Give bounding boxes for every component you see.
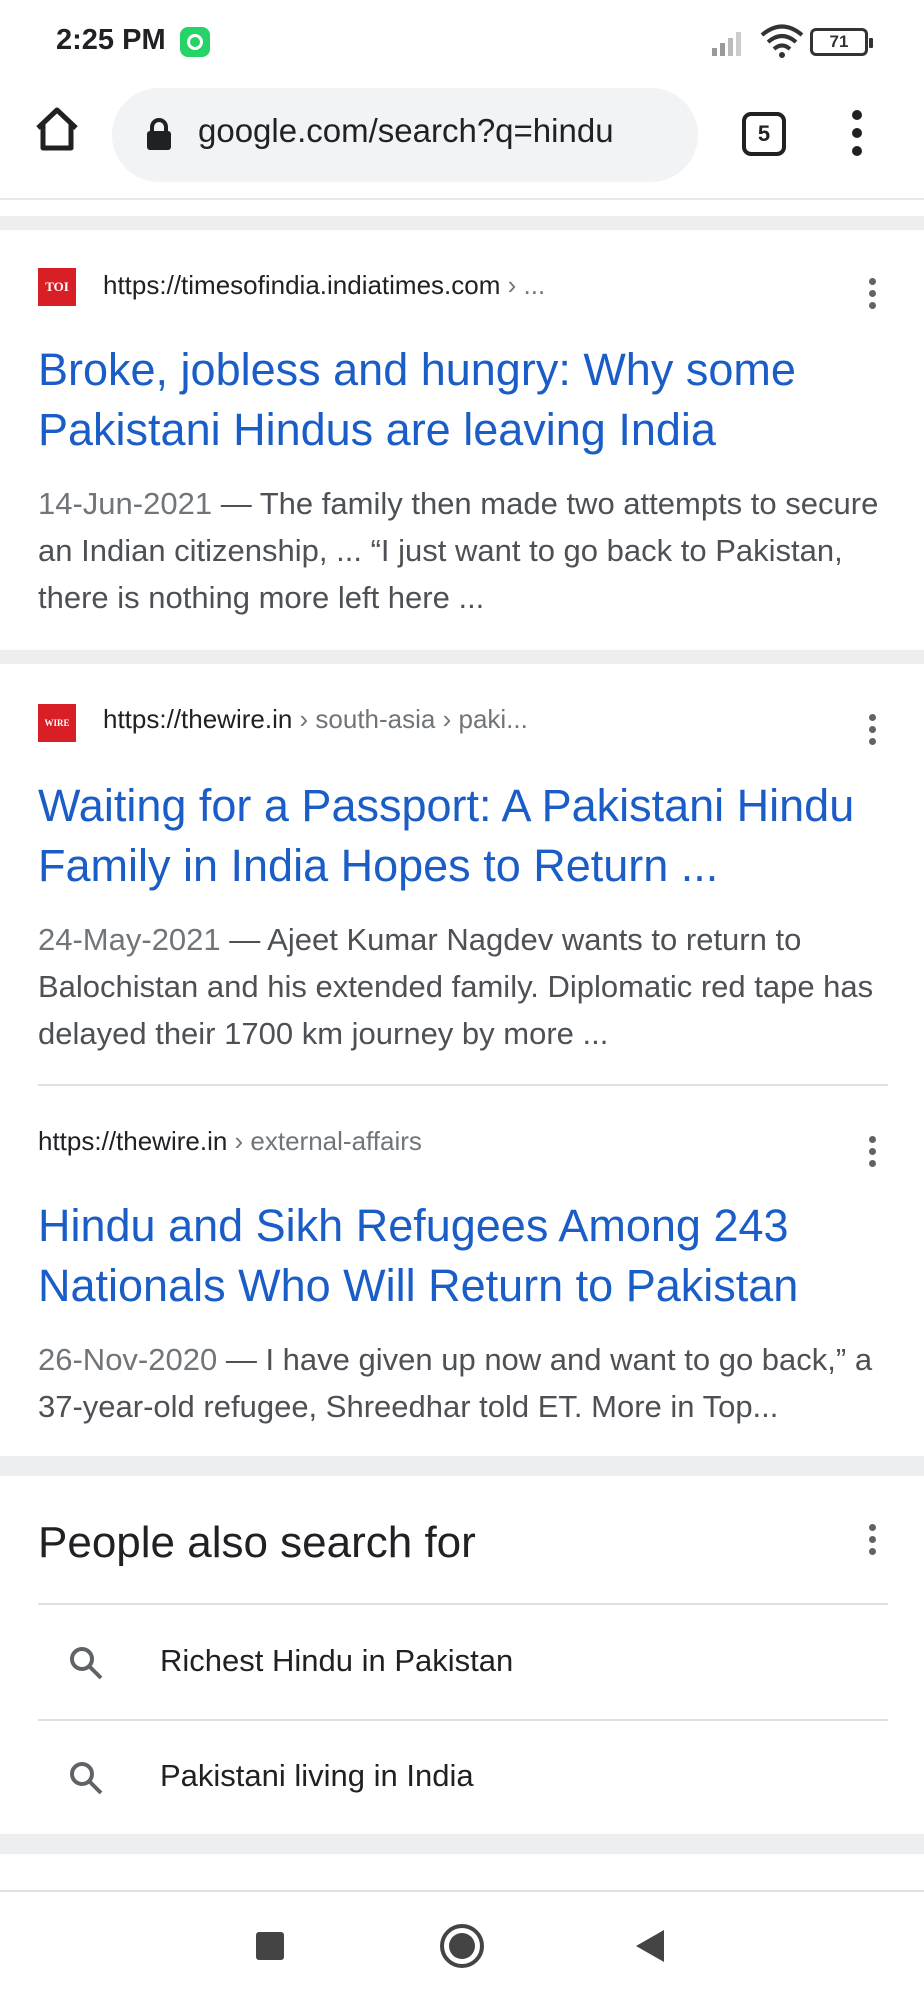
section-heading: People also search for [38,1518,476,1567]
status-time: 2:25 PM [56,24,166,56]
section-separator [0,1834,924,1854]
related-search-label: Pakistani living in India [160,1758,474,1793]
result-more-icon[interactable] [866,278,878,318]
battery-icon: 71 [810,28,873,56]
result-more-icon[interactable] [866,1136,878,1176]
result-breadcrumb: › external-affairs [227,1126,422,1156]
result-snippet: 14-Jun-2021 — The family then made two a… [38,480,898,621]
related-search-label: Richest Hindu in Pakistan [160,1643,514,1678]
recents-icon[interactable] [256,1932,284,1960]
status-bar: 2:25 PM 71 [0,0,924,84]
search-result: https://thewire.in › external-affairs Hi… [0,1086,924,1456]
result-site: https://thewire.in [38,1126,228,1156]
section-separator [0,216,924,230]
related-search-item[interactable]: Pakistani living in India [0,1720,924,1834]
result-url[interactable]: https://thewire.in › south-asia › paki..… [103,704,528,735]
related-search-item[interactable]: Richest Hindu in Pakistan [0,1605,924,1719]
section-separator [0,650,924,664]
result-url[interactable]: https://timesofindia.indiatimes.com › ..… [103,270,545,301]
home-nav-icon[interactable] [440,1924,484,1968]
result-title-link[interactable]: Waiting for a Passport: A Pakistani Hind… [38,776,888,896]
result-site: https://timesofindia.indiatimes.com [103,270,501,300]
home-icon[interactable] [32,104,82,154]
wifi-icon [760,24,804,58]
site-favicon: WIRE [38,704,76,742]
result-date: 24-May-2021 [38,922,221,957]
tab-switcher-button[interactable]: 5 [742,112,786,156]
section-more-icon[interactable] [866,1524,878,1564]
url-bar[interactable]: google.com/search?q=hindu [112,88,698,182]
url-text: google.com/search?q=hindu [198,112,614,149]
result-more-icon[interactable] [866,714,878,754]
result-date: 26-Nov-2020 [38,1342,218,1377]
signal-icon [712,32,741,56]
back-icon[interactable] [636,1930,664,1962]
whatsapp-icon [180,27,210,57]
lock-icon [147,118,171,150]
site-favicon: TOI [38,268,76,306]
result-snippet: 26-Nov-2020 — I have given up now and wa… [38,1336,898,1430]
result-date: 14-Jun-2021 [38,486,213,521]
search-result: WIRE https://thewire.in › south-asia › p… [0,664,924,1086]
result-title-link[interactable]: Broke, jobless and hungry: Why some Paki… [38,340,888,460]
section-separator [0,1456,924,1476]
system-nav-bar [0,1890,924,2000]
search-icon [70,1647,103,1680]
result-site: https://thewire.in [103,704,293,734]
search-result: TOI https://timesofindia.indiatimes.com … [0,230,924,650]
more-menu-icon[interactable] [845,110,869,160]
result-url[interactable]: https://thewire.in › external-affairs [38,1126,422,1157]
result-breadcrumb: › ... [500,270,546,300]
browser-toolbar: google.com/search?q=hindu 5 [0,84,924,200]
result-breadcrumb: › south-asia › paki... [292,704,528,734]
result-title-link[interactable]: Hindu and Sikh Refugees Among 243 Nation… [38,1196,888,1316]
result-snippet: 24-May-2021 — Ajeet Kumar Nagdev wants t… [38,916,898,1057]
search-icon [70,1762,103,1795]
